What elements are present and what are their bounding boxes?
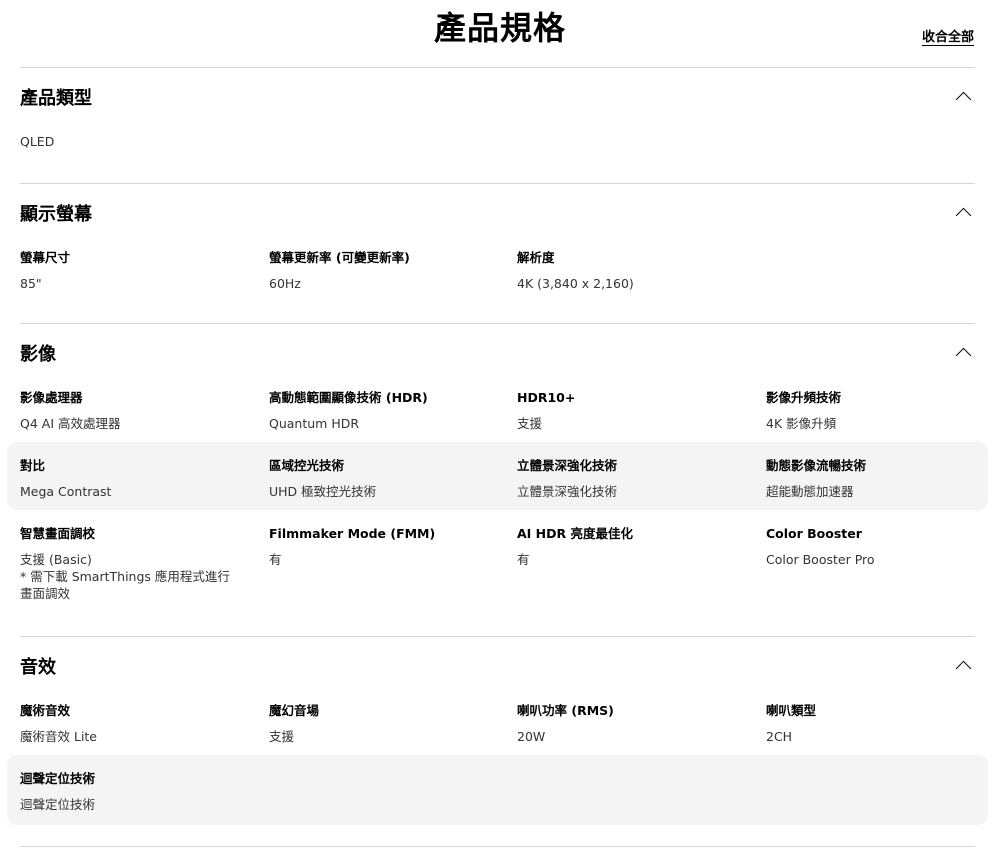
spec-label: 影像升頻技術 xyxy=(766,390,842,405)
chevron-up-icon[interactable] xyxy=(955,207,972,224)
spec-value: 立體景深強化技術 xyxy=(517,484,618,499)
spec-value: 支援 xyxy=(517,416,543,431)
spec-value: 4K 影像升頻 xyxy=(766,416,837,431)
spec-item: AI HDR 亮度最佳化 有 xyxy=(517,526,747,568)
spec-label: 對比 xyxy=(20,458,46,473)
spec-label: 魔術音效 xyxy=(20,703,71,718)
chevron-up-icon[interactable] xyxy=(955,347,972,364)
spec-row: 魔術音效 魔術音效 Lite 魔幻音場 支援 喇叭功率 (RMS) 20W 喇叭… xyxy=(20,697,975,755)
chevron-up-icon[interactable] xyxy=(955,91,972,108)
spec-item: 影像升頻技術 4K 影像升頻 xyxy=(766,390,996,432)
spec-row: 影像處理器 Q4 AI 高效處理器 高動態範圍顯像技術 (HDR) Quantu… xyxy=(20,384,975,442)
section-title: 影像 xyxy=(20,344,56,365)
spec-label: HDR10+ xyxy=(517,390,576,405)
spec-value: 魔術音效 Lite xyxy=(20,729,98,744)
section-header-audio[interactable]: 音效 xyxy=(20,637,975,697)
section-header-video[interactable]: 影像 xyxy=(20,324,975,384)
spec-label: 立體景深強化技術 xyxy=(517,458,618,473)
spec-label: 智慧畫面調校 xyxy=(20,526,96,541)
spec-item: 解析度 4K (3,840 x 2,160) xyxy=(517,250,747,292)
spec-value: 2CH xyxy=(766,729,793,744)
section-video: 影像 影像處理器 Q4 AI 高效處理器 高動態範圍顯像技術 (HDR) Qua… xyxy=(7,323,988,630)
section-title: 音效 xyxy=(20,657,56,678)
spec-value: UHD 極致控光技術 xyxy=(269,484,377,499)
spec-item: 魔術音效 魔術音效 Lite xyxy=(20,703,250,745)
section-title: 產品類型 xyxy=(20,88,92,109)
spec-item: 迴聲定位技術 迴聲定位技術 xyxy=(20,771,250,813)
spec-value: Color Booster Pro xyxy=(766,552,875,567)
spec-label: 解析度 xyxy=(517,250,555,265)
spec-item: 對比 Mega Contrast xyxy=(20,458,250,500)
spec-item: 影像處理器 Q4 AI 高效處理器 xyxy=(20,390,250,432)
spec-label: 魔幻音場 xyxy=(269,703,320,718)
spec-item: 螢幕尺寸 85" xyxy=(20,250,250,292)
spec-label: Color Booster xyxy=(766,526,862,541)
spec-label: Filmmaker Mode (FMM) xyxy=(269,526,436,541)
spec-item: Filmmaker Mode (FMM) 有 xyxy=(269,526,499,568)
spec-item: 螢幕更新率 (可變更新率) 60Hz xyxy=(269,250,499,292)
section-product-type: 產品類型 QLED xyxy=(20,67,975,150)
spec-value: 超能動態加速器 xyxy=(766,484,854,499)
spec-row-highlighted: 迴聲定位技術 迴聲定位技術 xyxy=(7,755,988,825)
section-audio: 音效 魔術音效 魔術音效 Lite 魔幻音場 支援 喇叭功率 (RMS) 20W… xyxy=(7,636,988,825)
spec-value: Quantum HDR xyxy=(269,416,360,431)
spec-label: 迴聲定位技術 xyxy=(20,771,96,786)
spec-label: 高動態範圍顯像技術 (HDR) xyxy=(269,390,428,405)
spec-item: 魔幻音場 支援 xyxy=(269,703,499,745)
spec-value: 迴聲定位技術 xyxy=(20,797,96,812)
spec-label: 喇叭功率 (RMS) xyxy=(517,703,614,718)
spec-label: AI HDR 亮度最佳化 xyxy=(517,526,633,541)
spec-item: 智慧畫面調校 支援 (Basic) * 需下載 SmartThings 應用程式… xyxy=(20,526,250,602)
section-header-product-type[interactable]: 產品類型 xyxy=(20,68,975,128)
spec-value: QLED xyxy=(20,134,55,149)
spec-label: 喇叭類型 xyxy=(766,703,817,718)
spec-value: 支援 xyxy=(269,729,295,744)
spec-label: 動態影像流暢技術 xyxy=(766,458,867,473)
spec-label: 螢幕尺寸 xyxy=(20,250,71,265)
spec-item: 喇叭功率 (RMS) 20W xyxy=(517,703,747,745)
spec-label: 區域控光技術 xyxy=(269,458,345,473)
spec-item: 高動態範圍顯像技術 (HDR) Quantum HDR xyxy=(269,390,499,432)
spec-row-highlighted: 對比 Mega Contrast 區域控光技術 UHD 極致控光技術 立體景深強… xyxy=(7,442,988,510)
spec-item: 區域控光技術 UHD 極致控光技術 xyxy=(269,458,499,500)
spec-item: 喇叭類型 2CH xyxy=(766,703,996,745)
spec-item: HDR10+ 支援 xyxy=(517,390,747,432)
spec-value: 有 xyxy=(517,552,530,567)
spec-row: 智慧畫面調校 支援 (Basic) * 需下載 SmartThings 應用程式… xyxy=(20,510,975,630)
section-divider xyxy=(20,846,975,847)
spec-item: Color Booster Color Booster Pro xyxy=(766,526,996,568)
page-title: 產品規格 xyxy=(433,9,566,47)
spec-row: 螢幕尺寸 85" 螢幕更新率 (可變更新率) 60Hz 解析度 4K (3,84… xyxy=(20,244,975,312)
spec-value: 4K (3,840 x 2,160) xyxy=(517,276,634,291)
spec-item: 立體景深強化技術 立體景深強化技術 xyxy=(517,458,747,500)
collapse-all-link[interactable]: 收合全部 xyxy=(922,26,974,45)
spec-value: 20W xyxy=(517,729,546,744)
section-header-display[interactable]: 顯示螢幕 xyxy=(20,184,975,244)
spec-value: Mega Contrast xyxy=(20,484,112,499)
spec-item: 動態影像流暢技術 超能動態加速器 xyxy=(766,458,996,500)
spec-value: 支援 (Basic) * 需下載 SmartThings 應用程式進行 畫面調效 xyxy=(20,552,230,601)
spec-value: Q4 AI 高效處理器 xyxy=(20,416,121,431)
spec-label: 螢幕更新率 (可變更新率) xyxy=(269,250,410,265)
chevron-up-icon[interactable] xyxy=(955,660,972,677)
spec-label: 影像處理器 xyxy=(20,390,83,405)
section-title: 顯示螢幕 xyxy=(20,204,92,225)
spec-value: 60Hz xyxy=(269,276,301,291)
spec-value: 有 xyxy=(269,552,282,567)
section-display: 顯示螢幕 螢幕尺寸 85" 螢幕更新率 (可變更新率) 60Hz 解析度 4K … xyxy=(20,183,975,312)
spec-value: 85" xyxy=(20,276,42,291)
